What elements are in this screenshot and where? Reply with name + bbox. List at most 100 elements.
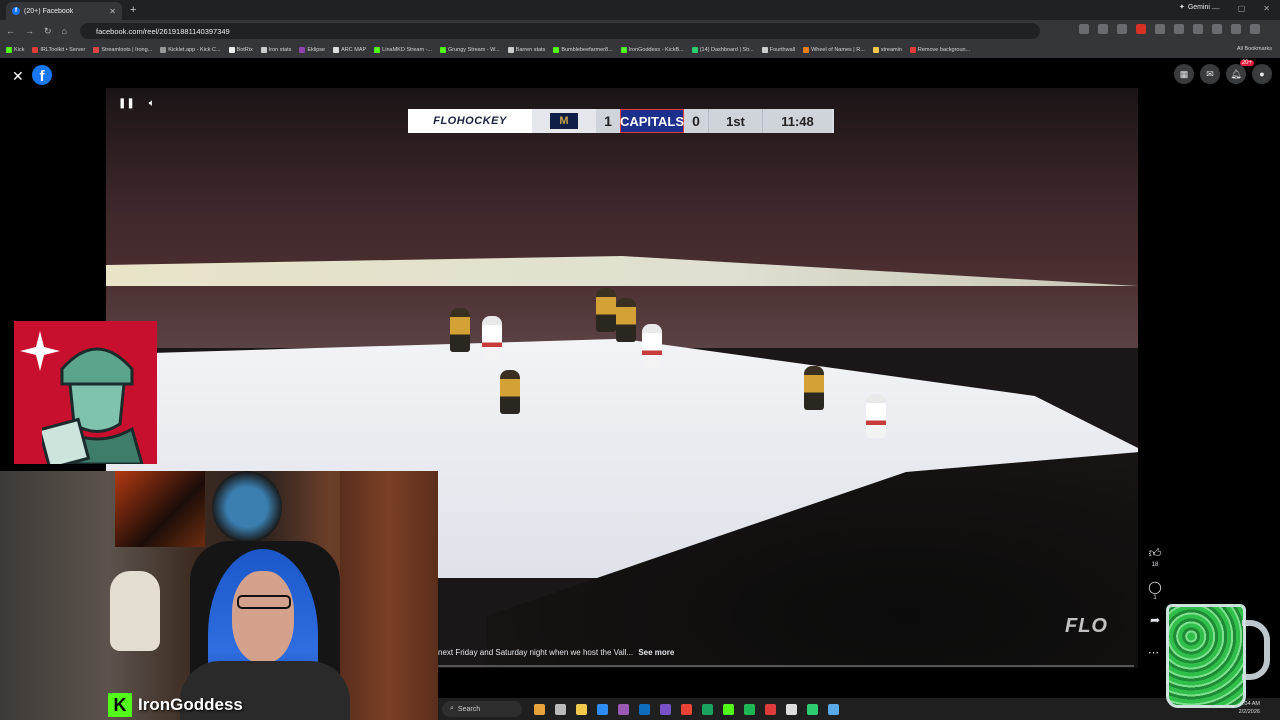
edge-icon[interactable] [597,703,608,715]
bookmark-item[interactable]: IRLToolkit • Server [32,47,85,53]
file-explorer-icon[interactable] [576,703,587,715]
bookmark-item[interactable]: Kicklet.app - Kick C... [160,47,221,53]
top-right-nav: ▦ ✉ 🔔︎ 20+ ● [1174,60,1272,84]
bookmark-item[interactable]: Grungy Stream - W... [440,47,500,53]
settings-icon[interactable] [786,703,797,715]
bookmark-item[interactable]: Wheel of Names | R... [803,47,865,53]
bookmark-label: Wheel of Names | R... [811,47,865,53]
gemini-button[interactable]: ✦ Gemini [1178,3,1210,12]
bookmark-item[interactable]: streamin [872,47,902,53]
forward-icon[interactable]: → [25,26,34,36]
taskbar-search[interactable]: ⌕ Search [442,701,522,717]
reload-icon[interactable]: ↻ [44,26,52,37]
app-icon[interactable] [807,703,818,715]
close-icon[interactable]: ✕ [12,68,24,85]
bookmark-item[interactable]: IronGoddess - KickB... [620,47,684,53]
task-view-icon[interactable] [555,703,566,715]
bookmark-item[interactable]: Streamloots | Irong... [93,47,152,53]
bookmark-item[interactable]: BotRix [228,47,253,53]
bookmark-item[interactable]: Kick [6,47,24,53]
kick-logo-icon: K [108,693,132,717]
see-more-link[interactable]: See more [638,648,674,657]
door [340,471,438,720]
reel-caption: next Friday and Saturday night when we h… [438,648,674,657]
profile-avatar[interactable]: ● [1252,64,1272,84]
extension-icon[interactable] [1155,24,1165,34]
bookmark-item[interactable]: Barren stats [507,47,545,53]
notifications-icon[interactable]: 🔔︎ 20+ [1226,60,1254,84]
bookmark-favicon-icon [374,47,381,53]
app-icon[interactable] [618,703,629,715]
close-tab-icon[interactable]: ✕ [109,7,116,16]
bookmark-label: Kicklet.app - Kick C... [168,47,221,53]
back-icon[interactable]: ← [6,26,15,36]
webcam-feed [0,471,438,720]
taskbar-apps [534,703,839,715]
extension-red-icon[interactable] [1136,24,1146,34]
bookmark-favicon-icon [553,47,560,53]
share-icon[interactable]: ➦ [1150,613,1160,627]
all-bookmarks-button[interactable]: All Bookmarks [1237,46,1272,52]
bookmark-label: Iron stats [268,47,292,53]
new-tab-icon[interactable]: + [130,4,136,16]
tab-title: (20+) Facebook [24,7,74,15]
browser-toolbar: ← → ↻ ⌂ facebook.com/reel/26191881140397… [0,20,1280,42]
bookmark-item[interactable]: Iron stats [260,47,292,53]
player [616,298,636,342]
poster [115,471,205,547]
bookmark-favicon-icon [228,47,235,53]
bookmark-item[interactable]: Bumblebeefarmer8... [553,47,613,53]
video-progress-bar[interactable] [438,665,1134,667]
xbox-icon[interactable] [702,703,713,715]
cast-icon[interactable] [1079,24,1089,34]
player [500,370,520,414]
messenger-icon[interactable]: ✉ [1200,64,1220,84]
steam-icon[interactable] [828,703,839,715]
app-icon[interactable] [765,703,776,715]
more-options-icon[interactable]: ⋯ [1148,646,1159,659]
extension-icon[interactable] [1117,24,1127,34]
bookmark-favicon-icon [6,47,12,53]
bookmark-item[interactable]: ARC MAP [333,47,366,53]
browser-tab-bar: f (20+) Facebook ✕ + ✦ Gemini — ▢ ✕ [0,0,1280,20]
bookmark-item[interactable]: LinaMKD Stream -... [374,47,432,53]
menu-grid-icon[interactable]: ▦ [1174,64,1194,84]
extension-icon[interactable] [1174,24,1184,34]
bookmark-label: IronGoddess - KickB... [628,47,684,53]
star-icon[interactable] [1098,24,1108,34]
minimize-icon[interactable]: — [1212,4,1220,13]
app-icon[interactable] [660,703,671,715]
browser-tab[interactable]: f (20+) Facebook ✕ [6,2,122,20]
bookmark-favicon-icon [872,47,879,53]
spotify-icon[interactable] [744,703,755,715]
caption-text: next Friday and Saturday night when we h… [438,648,634,657]
player [866,394,886,438]
pause-icon[interactable]: ❚❚ [118,98,135,109]
bookmark-item[interactable]: (14) Dashboard | Str... [691,47,754,53]
bookmark-item[interactable]: Eklipse [299,47,325,53]
menu-icon[interactable] [1250,24,1260,34]
bookmark-label: Grungy Stream - W... [448,47,500,53]
puzzle-icon[interactable] [1193,24,1203,34]
volume-icon[interactable]: 🔈︎ [149,98,155,109]
chrome-icon[interactable] [681,703,692,715]
comment-icon[interactable]: ◯ [1148,580,1161,594]
bookmark-label: ARC MAP [341,47,367,53]
bookmark-label: Remove backgroun... [917,47,971,53]
close-window-icon[interactable]: ✕ [1263,4,1270,13]
kick-app-icon[interactable] [723,703,734,715]
profile-icon[interactable] [1231,24,1241,34]
maximize-icon[interactable]: ▢ [1238,4,1246,13]
app-icon[interactable] [534,703,545,715]
address-bar[interactable]: facebook.com/reel/26191881140397349 [80,23,1040,39]
bookmark-item[interactable]: Remove backgroun... [909,47,971,53]
sparkle-icon: ✦ [1178,4,1185,11]
like-icon[interactable]: 👍︎ [1149,546,1162,561]
bookmark-favicon-icon [32,47,39,53]
player [450,308,470,352]
home-icon[interactable]: ⌂ [62,26,67,36]
outlook-icon[interactable] [639,703,650,715]
facebook-logo-icon[interactable]: f [32,65,52,85]
download-icon[interactable] [1212,24,1222,34]
bookmark-item[interactable]: Fourthwall [761,47,795,53]
